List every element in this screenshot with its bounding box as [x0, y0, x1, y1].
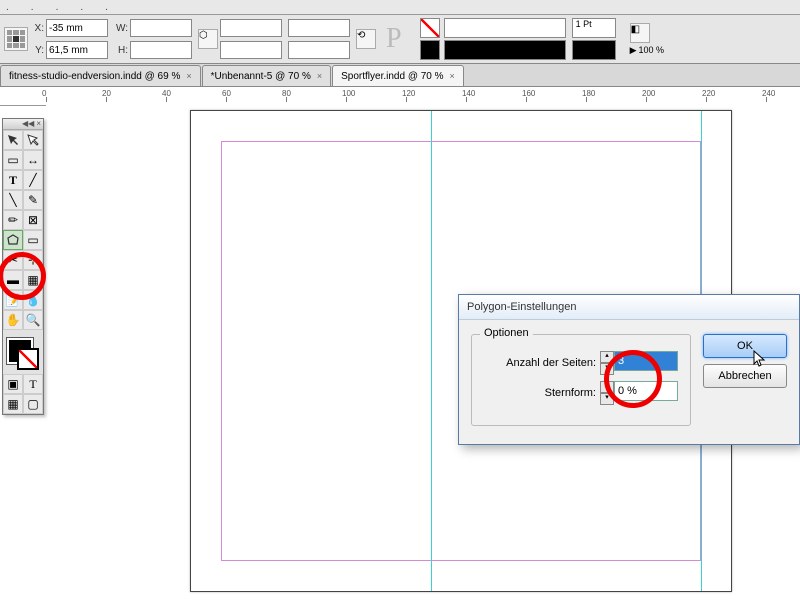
ref-point-icon[interactable] — [4, 27, 28, 51]
h-label: H: — [114, 45, 128, 56]
rect-tool[interactable]: ▭ — [23, 230, 43, 250]
scale-y-input[interactable] — [220, 41, 282, 59]
tools-panel: ◀◀× ▭ ↔ T ╱ ╲ ✎ ✏ ⊠ ▭ ✂ ⊹ ▬ ▦ 📝 💧 ✋ 🔍 — [2, 118, 44, 415]
scissors-tool[interactable]: ✂ — [3, 250, 23, 270]
sides-down[interactable]: ▾ — [600, 363, 614, 375]
polygon-dialog: Polygon-Einstellungen Optionen Anzahl de… — [458, 294, 800, 445]
stroke-swatch[interactable] — [420, 40, 440, 60]
eyedropper-tool[interactable]: 💧 — [23, 290, 43, 310]
y-input[interactable]: 61,5 mm — [46, 41, 108, 59]
transform-tool[interactable]: ⊹ — [23, 250, 43, 270]
zoom-value: 100 % — [639, 45, 665, 55]
gradient-feather-tool[interactable]: ▦ — [23, 270, 43, 290]
note-tool[interactable]: 📝 — [3, 290, 23, 310]
star-down[interactable]: ▾ — [600, 393, 614, 405]
polygon-tool[interactable] — [3, 230, 23, 250]
w-input[interactable] — [130, 19, 192, 37]
opacity-icon[interactable]: ◧ — [630, 23, 650, 43]
rotate-input[interactable] — [288, 19, 350, 37]
scale-x-input[interactable] — [220, 19, 282, 37]
star-input[interactable]: 0 % — [614, 381, 678, 401]
cancel-button[interactable]: Abbrechen — [703, 364, 787, 388]
gap-tool[interactable]: ↔ — [23, 150, 43, 170]
fill-stroke-swatches[interactable] — [3, 334, 43, 374]
x-input[interactable]: -35 mm — [46, 19, 108, 37]
stroke-style-input[interactable] — [444, 40, 566, 60]
view-mode-preview[interactable]: ▢ — [23, 394, 43, 414]
dialog-title: Polygon-Einstellungen — [459, 295, 799, 320]
line-tool[interactable]: ╲ — [3, 190, 23, 210]
w-label: W: — [114, 23, 128, 34]
menu-bar: ..... — [0, 0, 800, 15]
stroke-weight-input[interactable]: 1 Pt — [572, 18, 616, 38]
tab-fitness[interactable]: fitness-studio-endversion.indd @ 69 %× — [0, 65, 201, 86]
gradient-tool[interactable]: ▬ — [3, 270, 23, 290]
ok-button[interactable]: OK — [703, 334, 787, 358]
stroke-swatch[interactable] — [17, 348, 39, 370]
y-label: Y: — [30, 45, 44, 56]
close-icon[interactable]: × — [450, 71, 455, 81]
sides-input[interactable]: 3 — [614, 351, 678, 371]
options-fieldset: Optionen Anzahl der Seiten: ▴▾ 3 Sternfo… — [471, 334, 691, 426]
page-tool[interactable]: ▭ — [3, 150, 23, 170]
sides-label: Anzahl der Seiten: — [484, 357, 596, 369]
stroke-type-input[interactable] — [572, 40, 616, 60]
pencil-tool[interactable]: ✏ — [3, 210, 23, 230]
guide-vertical[interactable] — [431, 111, 432, 591]
path-type-tool[interactable]: ╱ — [23, 170, 43, 190]
zoom-tool[interactable]: 🔍 — [23, 310, 43, 330]
paragraph-p-icon: P — [386, 23, 402, 55]
sides-up[interactable]: ▴ — [600, 351, 614, 363]
star-label: Sternform: — [484, 387, 596, 399]
pen-tool[interactable]: ✎ — [23, 190, 43, 210]
fill-style-input[interactable] — [444, 18, 566, 38]
view-mode-normal[interactable]: ▦ — [3, 394, 23, 414]
doc-tabs: fitness-studio-endversion.indd @ 69 %× *… — [0, 64, 800, 87]
x-label: X: — [30, 23, 44, 34]
tab-sportflyer[interactable]: Sportflyer.indd @ 70 %× — [332, 65, 464, 86]
selection-tool[interactable] — [3, 130, 23, 150]
flip-h-icon[interactable]: ⟲ — [356, 29, 376, 49]
close-icon[interactable]: × — [317, 71, 322, 81]
format-container-icon[interactable]: ▣ — [3, 374, 23, 394]
hand-tool[interactable]: ✋ — [3, 310, 23, 330]
tab-unbenannt[interactable]: *Unbenannt-5 @ 70 %× — [202, 65, 331, 86]
close-icon[interactable]: × — [186, 71, 191, 81]
type-tool[interactable]: T — [3, 170, 23, 190]
format-text-icon[interactable]: T — [23, 374, 43, 394]
direct-select-tool[interactable] — [23, 130, 43, 150]
options-legend: Optionen — [480, 327, 533, 339]
h-input[interactable] — [130, 41, 192, 59]
control-bar: X:-35 mm Y:61,5 mm W: H: ⬡ ⟲ P — [0, 15, 800, 64]
link-icon[interactable]: ⬡ — [198, 29, 218, 49]
shear-input[interactable] — [288, 41, 350, 59]
tools-header[interactable]: ◀◀× — [3, 119, 43, 130]
fill-swatch[interactable] — [420, 18, 440, 38]
rect-frame-tool[interactable]: ⊠ — [23, 210, 43, 230]
star-up[interactable]: ▴ — [600, 381, 614, 393]
